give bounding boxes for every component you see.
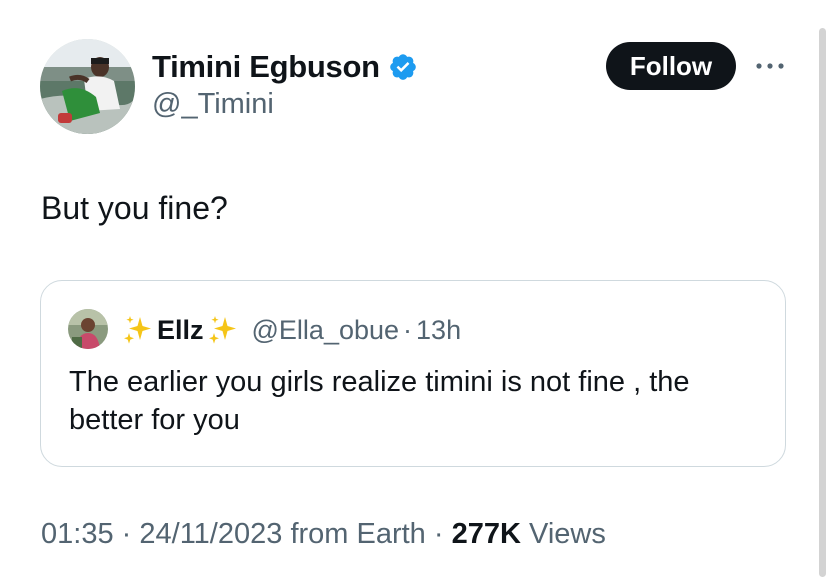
verified-badge-icon[interactable] bbox=[388, 52, 418, 82]
follow-button[interactable]: Follow bbox=[606, 42, 736, 90]
quoted-author-handle[interactable]: @Ella_obue bbox=[252, 315, 400, 346]
tweet-source: from Earth bbox=[290, 518, 426, 550]
quoted-tweet-text: The earlier you girls realize timini is … bbox=[69, 366, 690, 436]
sparkles-right-icon bbox=[206, 313, 240, 347]
author-handle[interactable]: @_Timini bbox=[152, 88, 274, 121]
scrollbar[interactable] bbox=[819, 28, 826, 577]
more-options-button[interactable] bbox=[752, 52, 788, 80]
views-label[interactable]: Views bbox=[529, 518, 606, 550]
sparkles-left-icon bbox=[121, 313, 155, 347]
author-name-row: Timini Egbuson bbox=[152, 47, 418, 87]
meta-separator-dot: · bbox=[121, 518, 132, 550]
author-display-name[interactable]: Timini Egbuson bbox=[152, 49, 380, 85]
tweet-time[interactable]: 01:35 bbox=[41, 518, 114, 550]
more-horizontal-icon bbox=[756, 63, 784, 69]
meta-separator-dot: · bbox=[433, 518, 444, 550]
quoted-tweet-time[interactable]: 13h bbox=[416, 315, 461, 346]
quoted-separator-dot: · bbox=[403, 314, 413, 345]
tweet-detail: Timini Egbuson @_Timini Follow But you f… bbox=[0, 0, 829, 577]
quoted-author-avatar bbox=[68, 309, 108, 349]
quoted-tweet-card[interactable]: Ellz @Ella_obue · 13h The earlier you gi… bbox=[40, 280, 786, 467]
tweet-date[interactable]: 24/11/2023 bbox=[139, 518, 282, 550]
tweet-meta: 01:35 · 24/11/2023 from Earth · 277K Vie… bbox=[41, 518, 606, 551]
quoted-tweet-header: Ellz @Ella_obue · 13h bbox=[121, 309, 461, 351]
quoted-author-name[interactable]: Ellz bbox=[157, 315, 204, 346]
author-avatar[interactable] bbox=[40, 39, 135, 134]
tweet-text: But you fine? bbox=[41, 190, 228, 226]
views-count[interactable]: 277K bbox=[452, 518, 521, 550]
